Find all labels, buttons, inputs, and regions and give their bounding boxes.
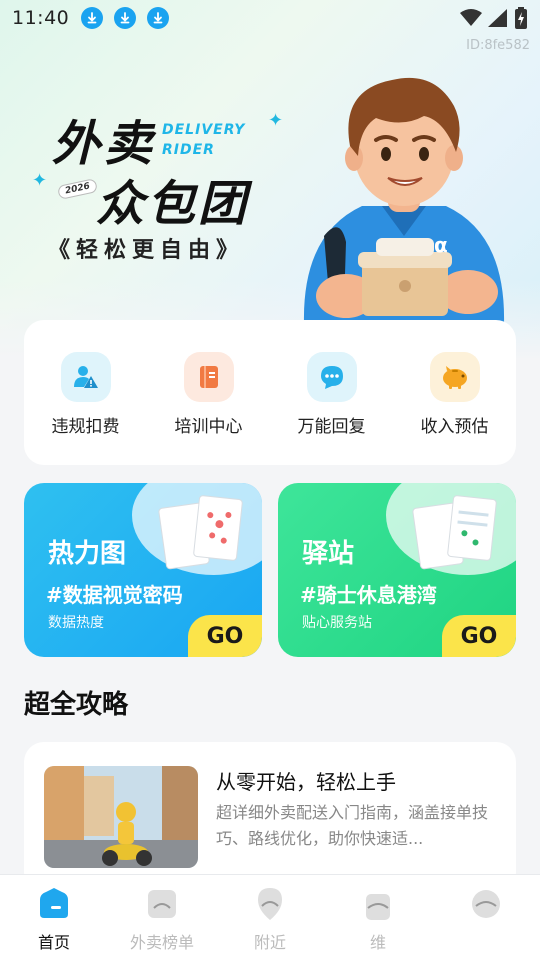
feature-subtitle: #数据视觉密码 [46, 583, 183, 607]
guide-card[interactable]: 从零开始，轻松上手 超详细外卖配送入门指南，涵盖接单技巧、路线优化，助你快速适.… [24, 742, 516, 892]
map-thumbnail [446, 494, 498, 562]
feature-note: 贴心服务站 [302, 615, 372, 631]
profile-icon [467, 885, 505, 923]
wifi-icon [460, 9, 482, 26]
nav-home[interactable]: 首页 [0, 875, 108, 960]
guide-thumbnail [44, 766, 198, 868]
feature-title: 驿站 [302, 539, 355, 569]
chat-icon [306, 352, 357, 402]
quick-action-label: 培训中心 [174, 417, 243, 437]
station-card[interactable]: 驿站 #骑士休息港湾 贴心服务站 GO [278, 483, 516, 657]
guide-description: 超详细外卖配送入门指南，涵盖接单技巧、路线优化，助你快速适... [216, 803, 489, 848]
bag-icon [359, 885, 397, 923]
heatmap-card[interactable]: 热力图 #数据视觉密码 数据热度 GO [24, 483, 262, 657]
nav-label: 首页 [37, 933, 70, 952]
nav-label: 外卖榜单 [129, 933, 194, 952]
section-title: 超全攻略 [24, 690, 129, 720]
nav-label: 维 [369, 933, 386, 952]
hero-title-english: DELIVERY RIDER [162, 122, 246, 158]
ranking-icon [143, 885, 181, 923]
hero-title-line2: 众包团 [96, 176, 250, 232]
download-icon [81, 7, 104, 29]
quick-action-violation[interactable]: 违规扣费 [31, 352, 141, 437]
home-icon [35, 885, 73, 923]
status-bar: 11:40 [0, 0, 540, 36]
sparkle-icon: ✦ [32, 170, 48, 191]
guide-title: 从零开始，轻松上手 [216, 770, 396, 794]
device-id: ID:8fe582 [466, 38, 530, 53]
status-time: 11:40 [12, 7, 70, 29]
violation-icon [60, 352, 111, 402]
download-icon [147, 7, 170, 29]
nav-repair[interactable]: 维 [324, 875, 432, 960]
feature-note: 数据热度 [48, 615, 104, 631]
map-thumbnail [192, 494, 244, 562]
quick-action-training[interactable]: 培训中心 [154, 352, 264, 437]
go-button[interactable]: GO [442, 615, 516, 657]
feature-subtitle: #骑士休息港湾 [300, 583, 437, 607]
sparkle-icon: ✦ [268, 110, 284, 131]
hero-subtitle: 《轻松更自由》 [48, 238, 245, 263]
location-icon [251, 885, 289, 923]
delivery-rider-illustration: α [303, 77, 505, 324]
nav-nearby[interactable]: 附近 [216, 875, 324, 960]
nav-profile[interactable] [432, 875, 540, 960]
piggy-bank-icon [429, 352, 480, 402]
quick-action-label: 违规扣费 [51, 417, 120, 437]
nav-ranking[interactable]: 外卖榜单 [108, 875, 216, 960]
signal-icon [488, 9, 507, 27]
quick-action-label: 收入预估 [420, 417, 489, 437]
bottom-nav: 首页 外卖榜单 附近 维 [0, 874, 540, 960]
quick-actions-card: 违规扣费 培训中心 万能回复 收入预估 [24, 320, 516, 465]
nav-label: 附近 [253, 933, 286, 952]
download-icon [114, 7, 137, 29]
feature-title: 热力图 [48, 539, 127, 569]
svg-text:α: α [434, 233, 448, 257]
go-button[interactable]: GO [188, 615, 262, 657]
battery-icon [515, 7, 527, 29]
quick-action-label: 万能回复 [297, 417, 366, 437]
quick-action-reply[interactable]: 万能回复 [277, 352, 387, 437]
book-icon [183, 352, 234, 402]
quick-action-income[interactable]: 收入预估 [400, 352, 510, 437]
